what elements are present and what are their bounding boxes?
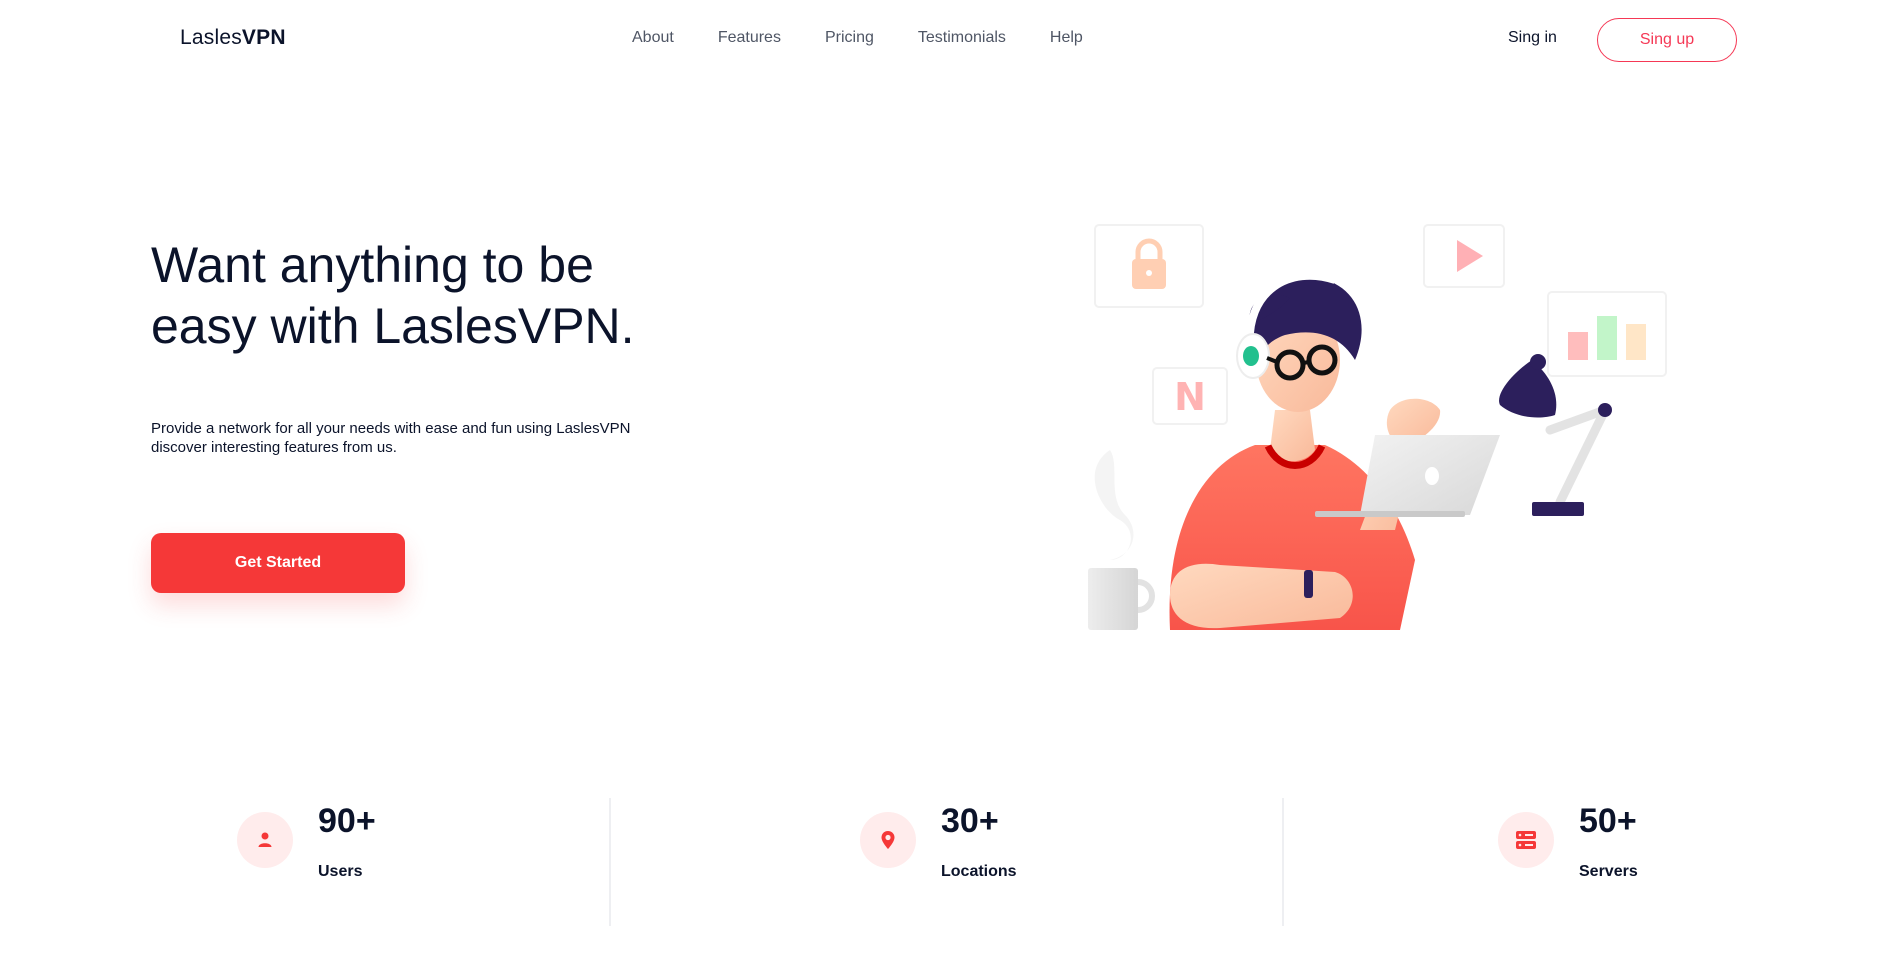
location-pin-icon [860,812,916,868]
hero-title-line2: easy with LaslesVPN. [151,298,635,354]
stat-locations-label: Locations [941,863,1017,880]
brand-name-part1: Lasles [180,26,242,49]
stat-users-value: 90+ [318,802,376,840]
nav-item-help[interactable]: Help [1050,29,1083,47]
brand-logo[interactable]: LaslesVPN [180,26,286,50]
bar-chart-icon [1547,291,1667,377]
stat-locations-value: 30+ [941,802,999,840]
nav-item-about[interactable]: About [632,29,674,47]
lock-icon [1094,224,1204,308]
play-icon [1423,224,1505,288]
hero-description-line1: Provide a network for all your needs wit… [151,420,631,437]
user-icon [237,812,293,868]
nav-item-pricing[interactable]: Pricing [825,29,874,47]
nav-item-testimonials[interactable]: Testimonials [918,29,1006,47]
mug-illustration [1088,568,1155,630]
desk-lamp-illustration [1499,354,1612,516]
hero-description-line2: discover interesting features from us. [151,439,397,456]
nav-menu: About Features Pricing Testimonials Help [632,29,1127,47]
stats-section: 90+ Users 30+ Locations 50+ Servers [150,790,1750,940]
netflix-icon: N [1152,367,1228,425]
steam-shape [1094,450,1134,560]
get-started-button[interactable]: Get Started [151,533,405,593]
hero-description: Provide a network for all your needs wit… [151,419,711,457]
svg-text:N: N [1174,375,1206,419]
stat-users-label: Users [318,863,363,880]
signin-link[interactable]: Sing in [1508,29,1557,47]
hero-title-line1: Want anything to be [151,237,594,293]
server-icon [1498,812,1554,868]
brand-name-part2: VPN [241,26,286,49]
signup-button[interactable]: Sing up [1597,18,1737,62]
hero-title: Want anything to be easy with LaslesVPN. [151,235,771,357]
stat-servers-label: Servers [1579,863,1638,880]
nav-item-features[interactable]: Features [718,29,781,47]
hero-illustration: N [1088,224,1667,630]
stat-servers-value: 50+ [1579,802,1637,840]
navbar: LaslesVPN About Features Pricing Testimo… [0,0,1901,80]
